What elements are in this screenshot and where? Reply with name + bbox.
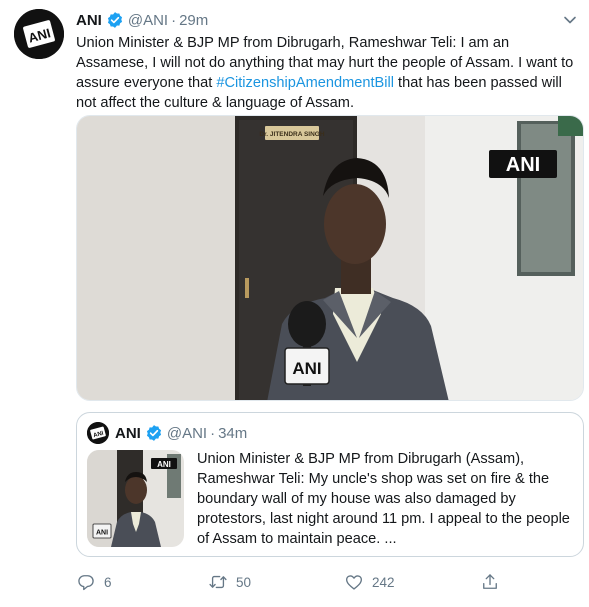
retweet-icon (209, 575, 227, 589)
quoted-author-name: ANI (115, 424, 141, 442)
tweet-media-image[interactable]: Dr. JITENDRA SINGH ANI ANI (76, 115, 584, 401)
quoted-tweet-header: ANI ANI @ANI · 34m (87, 421, 247, 445)
header-separator: · (171, 11, 177, 29)
quoted-author-avatar: ANI (87, 422, 109, 444)
like-button[interactable]: 242 (344, 570, 395, 594)
verified-badge-icon (107, 12, 122, 28)
hashtag-link[interactable]: #CitizenshipAmendmentBill (216, 75, 394, 91)
reply-button[interactable]: 6 (76, 570, 112, 594)
verified-badge-icon (146, 425, 161, 441)
author-avatar[interactable]: ANI (14, 9, 64, 59)
quoted-tweet-thumbnail: ANI ANI (87, 450, 184, 547)
reply-count: 6 (104, 574, 112, 590)
quoted-watermark-text: ANI (157, 460, 171, 469)
quoted-header-separator: · (210, 424, 216, 442)
ani-logo-icon: ANI (14, 9, 64, 59)
tweet-header: ANI @ANI · 29m (76, 10, 208, 30)
share-button[interactable] (480, 570, 508, 594)
quoted-thumbnail-image: ANI ANI (87, 450, 184, 547)
tweet-actions: 6 50 242 (76, 570, 576, 594)
quoted-microphone-label: ANI (96, 530, 108, 537)
tweet-card[interactable]: ANI ANI @ANI · 29m Union Minister & BJP … (0, 0, 589, 607)
retweet-count: 50 (236, 574, 252, 590)
reply-icon (78, 575, 94, 591)
more-options-button[interactable] (559, 9, 581, 31)
retweet-button[interactable]: 50 (208, 570, 251, 594)
quoted-tweet-text: Union Minister & BJP MP from Dibrugarh (… (197, 451, 570, 547)
quoted-tweet-timestamp: 34m (218, 424, 248, 442)
like-icon (346, 575, 362, 590)
share-icon (483, 574, 497, 589)
microphone-label: ANI (292, 359, 321, 378)
door-nameplate-text: Dr. JITENDRA SINGH (259, 131, 324, 138)
like-count: 242 (372, 574, 395, 590)
ani-logo-icon: ANI (87, 422, 109, 444)
author-name[interactable]: ANI (76, 12, 102, 29)
tweet-timestamp[interactable]: 29m (179, 12, 208, 29)
chevron-down-icon (564, 16, 576, 24)
ani-watermark-text: ANI (506, 154, 540, 176)
video-still-image: Dr. JITENDRA SINGH ANI ANI (77, 116, 583, 400)
quoted-tweet[interactable]: ANI ANI @ANI · 34m ANI ANI Union Ministe… (76, 412, 584, 557)
author-handle[interactable]: @ANI (128, 12, 168, 29)
tweet-text: Union Minister & BJP MP from Dibrugarh, … (76, 33, 576, 113)
quoted-author-handle: @ANI (166, 424, 208, 442)
